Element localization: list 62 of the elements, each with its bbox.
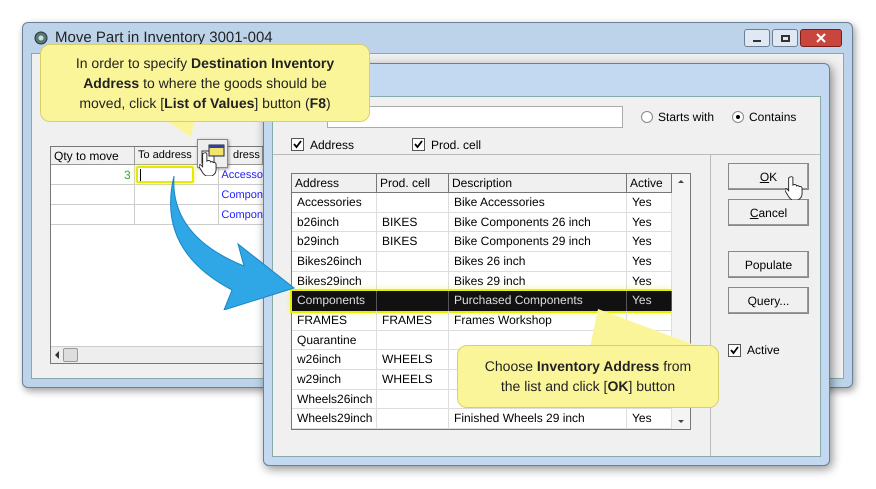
radio-label: Starts with <box>658 109 714 126</box>
table-cell: Components <box>292 291 377 311</box>
table-cell: b26inch <box>292 212 377 232</box>
table-cell: Finished Wheels 29 inch <box>449 409 627 428</box>
callout-tooltip: In order to specify Destination Inventory Address to where the goods should be moved, click [List of Values] button (F8) <box>40 44 370 122</box>
radio-button[interactable] <box>641 111 653 123</box>
checkbox[interactable] <box>291 138 304 151</box>
table-row[interactable]: Components Purchased Components Yes <box>292 291 672 311</box>
checkbox-label: Prod. cell <box>431 136 482 154</box>
checkbox-label: Active <box>747 342 780 359</box>
input-field[interactable] <box>136 166 194 183</box>
table-cell-text: Compon <box>221 208 263 223</box>
hand-cursor-icon <box>199 152 219 176</box>
table-row[interactable]: b26inch BIKES Bike Components 26 inch Yes <box>292 212 672 232</box>
column-header: Description <box>449 174 627 192</box>
scrollbar-thumb[interactable] <box>63 348 78 362</box>
radio-label: Contains <box>749 109 796 126</box>
table-cell: w29inch <box>292 370 377 389</box>
minimize-button[interactable] <box>744 29 770 47</box>
table-row[interactable]: b29inch BIKES Bike Components 29 inch Yes <box>292 232 672 252</box>
column-header: Qty to move <box>51 147 135 164</box>
table-cell-text: Accesso <box>221 168 263 183</box>
table-cell: FRAMES <box>292 310 377 330</box>
table-cell: Bikes26inch <box>292 252 377 271</box>
dialog-button[interactable]: OK <box>728 163 809 190</box>
table-cell: Bike Accessories <box>449 193 627 212</box>
table-cell: BIKES <box>377 212 449 232</box>
close-button[interactable] <box>800 29 842 47</box>
table-cell: Wheels29inch <box>292 409 377 428</box>
dialog-button[interactable]: Cancel <box>728 199 809 226</box>
table-cell: w26inch <box>292 350 377 369</box>
dialog-button[interactable]: Query... <box>728 287 809 314</box>
checkbox[interactable] <box>728 344 741 356</box>
table-cell: Accessories <box>292 193 377 212</box>
table-cell: WHEELS <box>377 350 449 369</box>
scroll-up-icon[interactable] <box>678 180 684 183</box>
scroll-left-icon[interactable] <box>55 351 59 359</box>
dialog-button[interactable]: Populate <box>728 251 809 278</box>
table-cell: WHEELS <box>377 370 449 389</box>
column-header: Address <box>292 174 377 192</box>
table-row[interactable]: Wheels29inch Finished Wheels 29 inch Yes <box>292 409 672 429</box>
table-cell: 3 <box>51 165 135 184</box>
checkbox-label: Address <box>310 136 354 154</box>
table-row[interactable]: Bikes26inch Bikes 26 inch Yes <box>292 252 672 272</box>
table-cell: Bike Components 29 inch <box>449 232 627 252</box>
column-header: Prod. cell <box>377 174 449 192</box>
maximize-button[interactable] <box>772 29 798 47</box>
table-cell: BIKES <box>377 232 449 252</box>
table-cell: b29inch <box>292 232 377 252</box>
hand-cursor-icon <box>785 176 805 200</box>
table-cell: FRAMES <box>377 310 449 330</box>
table-row[interactable]: Accessories Bike Accessories Yes <box>292 193 672 213</box>
scroll-down-icon[interactable] <box>678 420 684 423</box>
table-cell: Bike Components 26 inch <box>449 212 627 232</box>
app-icon <box>33 30 49 46</box>
table-cell: Wheels26inch <box>292 390 377 408</box>
close-icon <box>816 33 826 43</box>
checkbox[interactable] <box>412 138 425 151</box>
table-cell-text: Compon <box>221 188 263 203</box>
table-cell: Quarantine <box>292 330 377 350</box>
radio-button[interactable] <box>732 111 744 123</box>
table-cell: Bikes 26 inch <box>449 252 627 271</box>
